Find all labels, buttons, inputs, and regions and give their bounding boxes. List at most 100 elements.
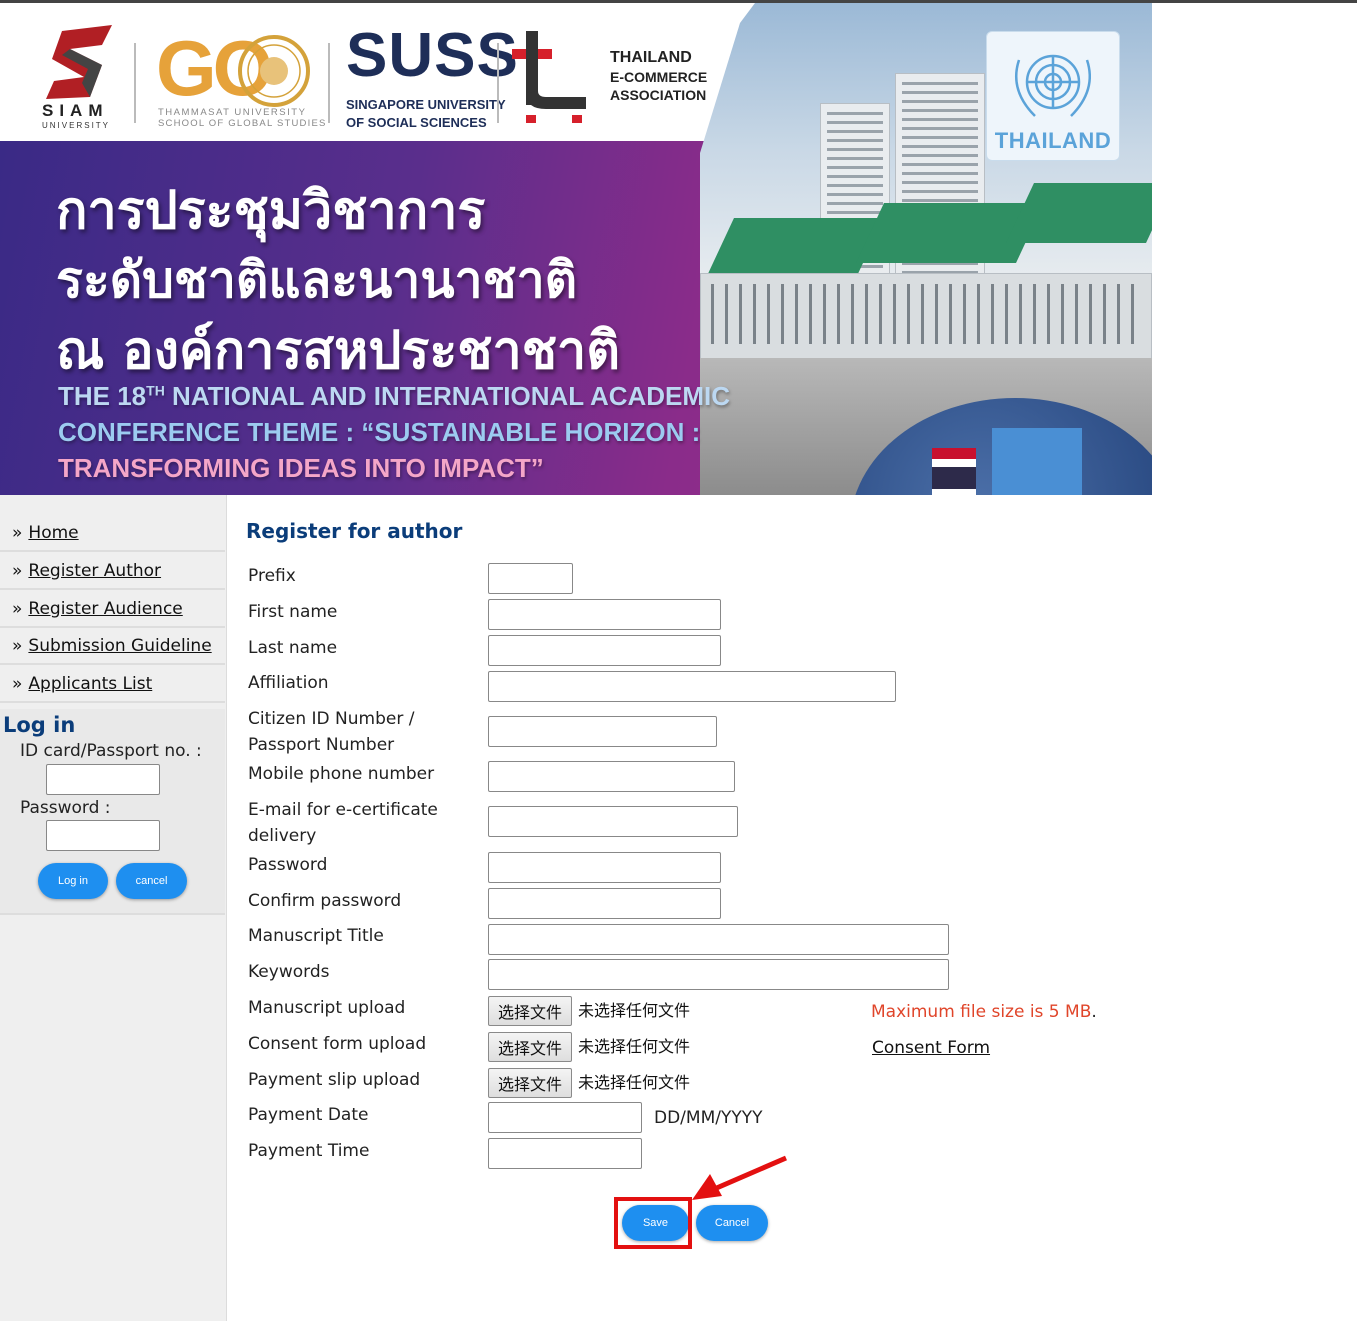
siam-university-logo-icon	[46, 25, 112, 99]
keywords-input[interactable]	[488, 959, 949, 990]
photo-roof	[706, 218, 884, 278]
thammasat-line1: THAMMASAT UNIVERSITY	[158, 107, 307, 118]
siam-logo-text: SIAM	[42, 101, 109, 120]
manuscript-title-label: Manuscript Title	[248, 926, 384, 946]
sidebar-item-home[interactable]: » Home	[0, 515, 225, 552]
tca-logo-icon	[512, 31, 586, 123]
banner-english-line1-post: NATIONAL AND INTERNATIONAL ACADEMIC	[164, 381, 731, 411]
payment-date-input[interactable]	[488, 1102, 642, 1133]
prefix-label: Prefix	[248, 566, 296, 586]
login-button[interactable]: Log in	[38, 863, 108, 899]
login-password-input[interactable]	[46, 820, 160, 851]
citizen-id-label-line2: Passport Number	[248, 735, 395, 755]
bullet-icon: »	[12, 522, 23, 543]
banner-thai-line1: การประชุมวิชาการ	[56, 181, 486, 241]
citizen-id-label-line1: Citizen ID Number /	[248, 709, 415, 729]
bullet-icon: »	[12, 673, 23, 694]
email-label: E-mail for e-certificate delivery	[248, 797, 438, 849]
tca-line1: THAILAND	[610, 49, 692, 66]
last-name-input[interactable]	[488, 635, 721, 666]
photo-columns	[711, 284, 1141, 344]
sidebar: » Home » Register Author » Register Audi…	[0, 495, 227, 1321]
thammasat-seal-icon	[238, 35, 310, 107]
citizen-id-label: Citizen ID Number / Passport Number	[248, 706, 414, 758]
mobile-input[interactable]	[488, 761, 735, 792]
sidebar-item-register-audience[interactable]: » Register Audience	[0, 591, 225, 628]
consent-form-link[interactable]: Consent Form	[872, 1036, 990, 1060]
email-label-line2: delivery	[248, 826, 317, 846]
thammasat-line2: SCHOOL OF GLOBAL STUDIES	[158, 118, 327, 129]
payment-slip-upload-label: Payment slip upload	[248, 1070, 421, 1090]
manuscript-upload-label: Manuscript upload	[248, 998, 406, 1018]
login-password-label: Password :	[20, 798, 111, 818]
banner-english-line1-pre: THE 18	[58, 381, 147, 411]
mobile-label: Mobile phone number	[248, 764, 435, 784]
suss-logo: SUSS	[346, 21, 519, 90]
password-label: Password	[248, 855, 328, 875]
sidebar-item-register-author[interactable]: » Register Author	[0, 553, 225, 590]
sidebar-link-home[interactable]: Home	[28, 523, 78, 543]
email-input[interactable]	[488, 806, 738, 837]
sidebar-item-applicants-list[interactable]: » Applicants List	[0, 666, 225, 703]
payment-time-input[interactable]	[488, 1138, 642, 1169]
banner-english-line1: THE 18TH NATIONAL AND INTERNATIONAL ACAD…	[58, 381, 730, 412]
date-format-hint: DD/MM/YYYY	[654, 1108, 763, 1128]
sidebar-link-submission-guideline[interactable]: Submission Guideline	[28, 636, 211, 656]
tca-line3: ASSOCIATION	[610, 87, 707, 103]
logo-divider	[328, 43, 330, 123]
save-highlight-box	[614, 1197, 692, 1249]
banner-english-line2: CONFERENCE THEME : “SUSTAINABLE HORIZON …	[58, 417, 701, 447]
un-flag-icon	[992, 428, 1082, 495]
login-id-input[interactable]	[46, 764, 160, 795]
page-title: Register for author	[246, 519, 463, 543]
sidebar-link-applicants-list[interactable]: Applicants List	[28, 674, 152, 694]
manuscript-title-input[interactable]	[488, 924, 949, 955]
tca-line2: E-COMMERCE	[610, 69, 708, 85]
consent-upload-label: Consent form upload	[248, 1034, 427, 1054]
photo-colonnade	[700, 273, 1152, 363]
payment-slip-file-status: 未选择任何文件	[578, 1073, 691, 1092]
affiliation-input[interactable]	[488, 671, 896, 702]
login-panel: Log in ID card/Passport no. : Password :…	[0, 709, 225, 915]
max-file-size-dot: .	[1091, 1002, 1097, 1022]
un-thailand-label: THAILAND	[994, 128, 1112, 153]
bullet-icon: »	[12, 635, 23, 656]
sidebar-link-register-author[interactable]: Register Author	[28, 561, 161, 581]
last-name-label: Last name	[248, 638, 338, 658]
manuscript-file-status: 未选择任何文件	[578, 1001, 691, 1020]
payment-date-label: Payment Date	[248, 1105, 369, 1125]
keywords-label: Keywords	[248, 962, 330, 982]
first-name-input[interactable]	[488, 599, 721, 630]
password-input[interactable]	[488, 852, 721, 883]
bullet-icon: »	[12, 598, 23, 619]
login-id-label: ID card/Passport no. :	[20, 741, 202, 761]
manuscript-file-button[interactable]: 选择文件	[488, 996, 572, 1026]
banner-english-line3: TRANSFORMING IDEAS INTO IMPACT”	[58, 453, 544, 483]
confirm-password-label: Confirm password	[248, 891, 402, 911]
conference-banner: SIAM UNIVERSITY GO THAMMASAT UNIVERSITY …	[0, 3, 1152, 495]
confirm-password-input[interactable]	[488, 888, 721, 919]
pointer-arrow-icon	[692, 1155, 787, 1200]
photo-roof	[1006, 183, 1152, 243]
payment-slip-file-button[interactable]: 选择文件	[488, 1068, 572, 1098]
email-label-line1: E-mail for e-certificate	[248, 800, 438, 820]
cancel-button[interactable]: Cancel	[696, 1205, 768, 1241]
prefix-input[interactable]	[488, 563, 573, 594]
bullet-icon: »	[12, 560, 23, 581]
banner-english-line1-sup: TH	[146, 382, 165, 399]
login-title: Log in	[3, 713, 76, 737]
payment-time-label: Payment Time	[248, 1141, 370, 1161]
consent-file-status: 未选择任何文件	[578, 1037, 691, 1056]
login-cancel-button[interactable]: cancel	[116, 863, 187, 899]
citizen-id-input[interactable]	[488, 716, 717, 747]
max-file-size-text: Maximum file size is 5 MB	[871, 1002, 1092, 1022]
suss-line2: OF SOCIAL SCIENCES	[346, 115, 487, 130]
sidebar-link-register-audience[interactable]: Register Audience	[28, 599, 182, 619]
max-file-size-note: Maximum file size is 5 MB.	[871, 1000, 1097, 1024]
banner-thai-line3: ณ องค์การสหประชาชาติ	[56, 321, 621, 381]
un-thailand-logo: THAILAND	[986, 31, 1120, 161]
sidebar-item-submission-guideline[interactable]: » Submission Guideline	[0, 628, 225, 665]
un-emblem-icon	[1015, 54, 1091, 117]
logo-divider	[497, 43, 499, 123]
consent-file-button[interactable]: 选择文件	[488, 1032, 572, 1062]
